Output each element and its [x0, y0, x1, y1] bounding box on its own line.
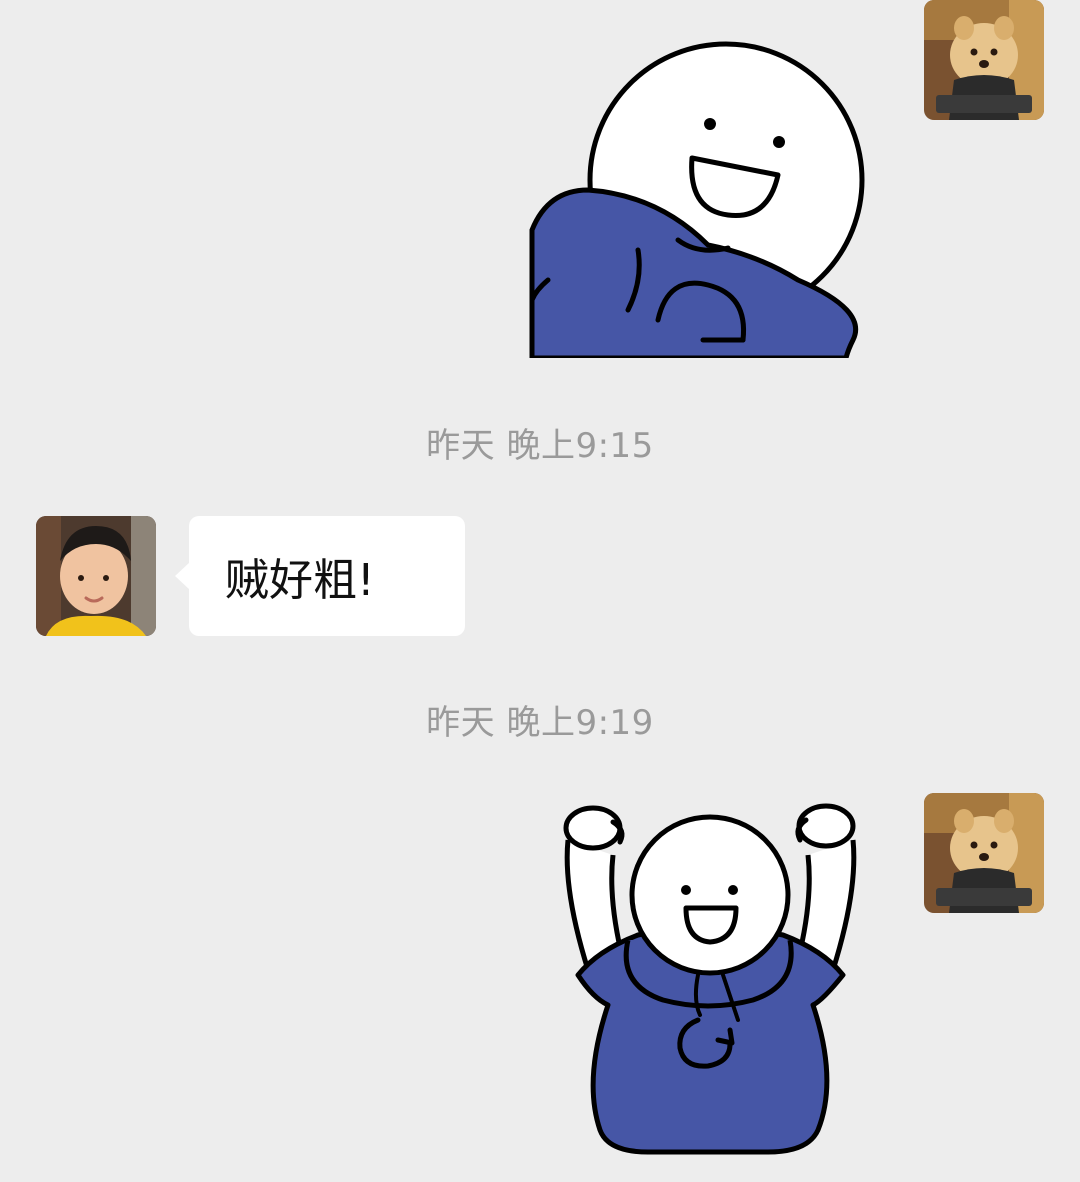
child-avatar-icon — [36, 516, 156, 636]
sticker-message[interactable] — [558, 800, 863, 1160]
dog-avatar-icon — [924, 793, 1044, 913]
friend-avatar[interactable] — [36, 516, 156, 636]
message-bubble[interactable]: 贼好粗! — [175, 516, 465, 636]
cheering-blue-hoodie-sticker-icon — [563, 803, 857, 1155]
message-text: 贼好粗! — [225, 555, 375, 606]
timestamp: 昨天 晚上9:19 — [426, 703, 654, 743]
dog-avatar-icon — [924, 0, 1044, 120]
happy-blue-hoodie-bear-sticker-icon — [529, 41, 865, 358]
my-avatar[interactable] — [924, 0, 1044, 120]
timestamp: 昨天 晚上9:15 — [426, 426, 654, 466]
my-avatar[interactable] — [924, 793, 1044, 913]
sticker-message[interactable] — [528, 40, 868, 360]
